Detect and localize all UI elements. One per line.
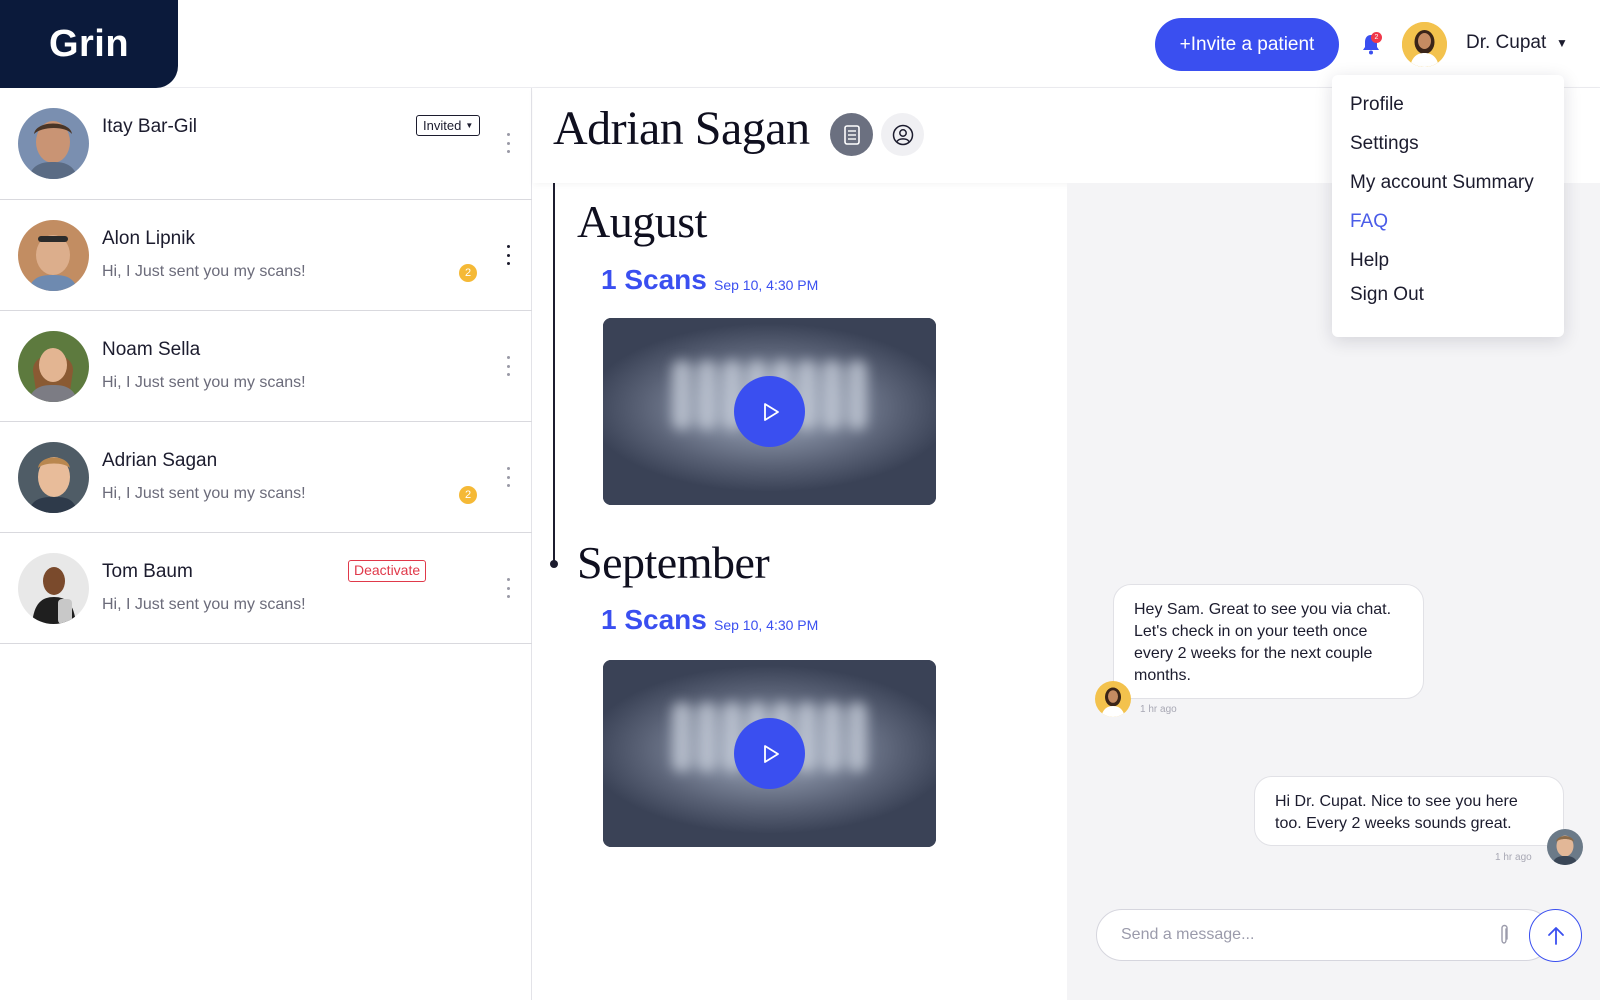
- logo-text: Grin: [48, 22, 130, 65]
- user-profile-icon[interactable]: [881, 113, 924, 156]
- scan-timestamp: Sep 10, 4:30 PM: [714, 277, 819, 293]
- paperclip-icon[interactable]: [1497, 924, 1511, 946]
- more-options-icon[interactable]: [502, 133, 514, 153]
- scan-count[interactable]: 1 Scans: [601, 264, 707, 296]
- play-icon[interactable]: [734, 376, 805, 447]
- patient-name: Noam Sella: [102, 339, 201, 360]
- avatar: [18, 220, 89, 291]
- scan-timestamp: Sep 10, 4:30 PM: [714, 617, 819, 633]
- patient-name: Itay Bar-Gil: [102, 116, 198, 137]
- arrow-up-icon: [1547, 926, 1564, 945]
- last-message: Hi, I Just sent you my scans!: [102, 485, 306, 502]
- menu-item-sign-out[interactable]: Sign Out: [1332, 283, 1564, 313]
- last-message: Hi, I Just sent you my scans!: [102, 374, 306, 391]
- avatar: [1547, 829, 1583, 865]
- invited-status-dropdown[interactable]: Invited ▼: [416, 115, 481, 136]
- deactivate-button[interactable]: Deactivate: [348, 560, 427, 582]
- menu-item-faq[interactable]: FAQ: [1332, 210, 1564, 249]
- status-label: Invited: [423, 117, 462, 133]
- chat-message-incoming: Hey Sam. Great to see you via chat. Let'…: [1113, 584, 1424, 699]
- patient-name: Tom Baum: [102, 561, 193, 582]
- patient-list: Itay Bar-Gil Invited ▼ Alon Lipnik Hi, I…: [0, 88, 532, 1000]
- send-button[interactable]: [1529, 909, 1582, 962]
- user-avatar[interactable]: [1402, 22, 1447, 67]
- caret-down-icon: ▼: [465, 120, 474, 130]
- last-message: Hi, I Just sent you my scans!: [102, 263, 306, 280]
- more-options-icon[interactable]: [502, 245, 514, 265]
- user-name[interactable]: Dr. Cupat: [1466, 32, 1546, 54]
- invite-patient-button[interactable]: +Invite a patient: [1155, 18, 1339, 71]
- avatar: [18, 108, 89, 179]
- more-options-icon[interactable]: [502, 467, 514, 487]
- scan-count[interactable]: 1 Scans: [601, 604, 707, 636]
- message-time: 1 hr ago: [1140, 704, 1177, 715]
- last-message: Hi, I Just sent you my scans!: [102, 596, 306, 613]
- menu-item-account-summary[interactable]: My account Summary: [1332, 171, 1564, 210]
- scan-video[interactable]: [603, 660, 936, 847]
- avatar: [1095, 681, 1131, 717]
- patient-row[interactable]: Tom Baum Deactivate Hi, I Just sent you …: [0, 533, 532, 644]
- patient-row[interactable]: Adrian Sagan Hi, I Just sent you my scan…: [0, 422, 532, 533]
- avatar: [18, 442, 89, 513]
- message-input[interactable]: [1096, 909, 1552, 961]
- message-time: 1 hr ago: [1495, 852, 1532, 863]
- logo[interactable]: Grin: [0, 0, 178, 88]
- menu-item-profile[interactable]: Profile: [1332, 93, 1564, 132]
- play-icon[interactable]: [734, 718, 805, 789]
- timeline-month: August: [577, 196, 707, 247]
- scan-video[interactable]: [603, 318, 936, 505]
- more-options-icon[interactable]: [502, 356, 514, 376]
- timeline-month: September: [577, 537, 770, 588]
- patient-row[interactable]: Itay Bar-Gil Invited ▼: [0, 88, 532, 200]
- unread-badge: 2: [459, 264, 477, 282]
- avatar: [18, 553, 89, 624]
- avatar: [18, 331, 89, 402]
- chevron-down-icon[interactable]: ▼: [1556, 36, 1568, 50]
- more-options-icon[interactable]: [502, 578, 514, 598]
- patient-row[interactable]: Alon Lipnik Hi, I Just sent you my scans…: [0, 200, 532, 311]
- user-menu: Profile Settings My account Summary FAQ …: [1332, 75, 1564, 337]
- chat-message-outgoing: Hi Dr. Cupat. Nice to see you here too. …: [1254, 776, 1564, 846]
- unread-badge: 2: [459, 486, 477, 504]
- document-icon[interactable]: [830, 113, 873, 156]
- menu-item-settings[interactable]: Settings: [1332, 132, 1564, 171]
- patient-name: Adrian Sagan: [102, 450, 218, 471]
- page-title: Adrian Sagan: [553, 102, 810, 155]
- timeline-line: [553, 183, 555, 564]
- patient-name: Alon Lipnik: [102, 228, 195, 249]
- timeline-dot: [550, 560, 558, 568]
- patient-row[interactable]: Noam Sella Hi, I Just sent you my scans!: [0, 311, 532, 422]
- notification-badge: 2: [1371, 32, 1382, 43]
